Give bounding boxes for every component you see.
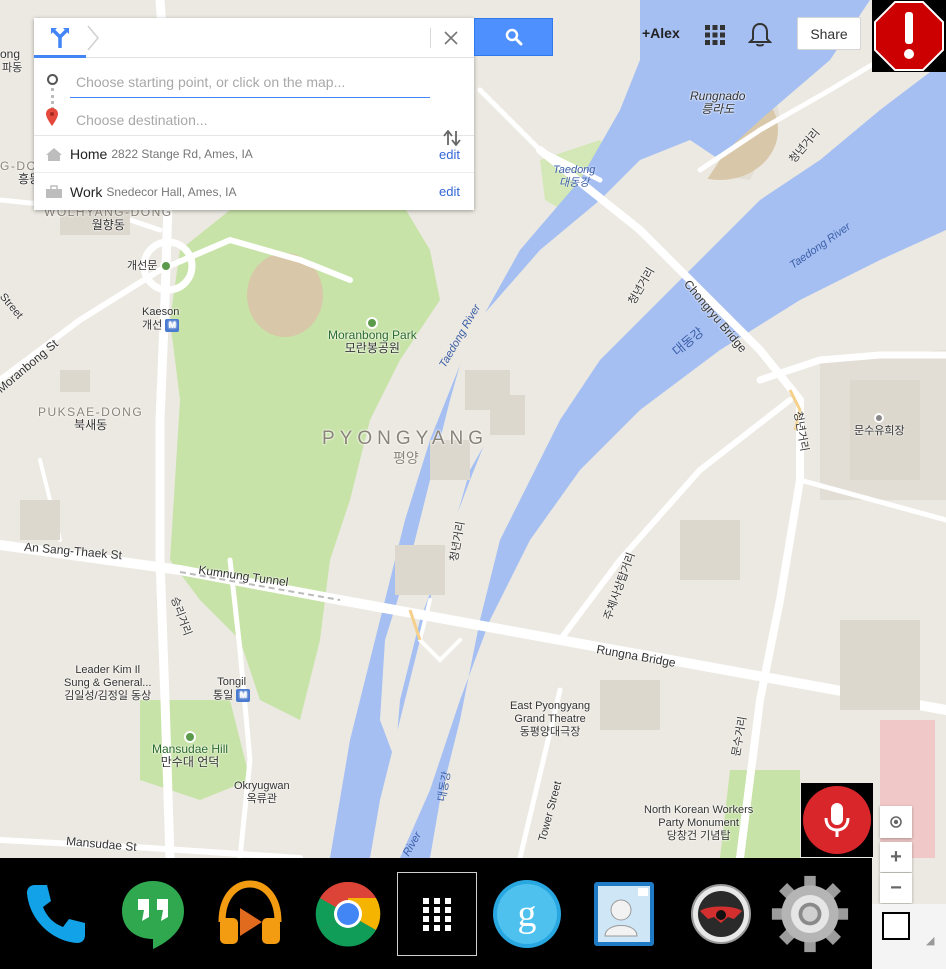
hangouts-app[interactable]	[113, 872, 193, 956]
chrome-app[interactable]	[308, 872, 388, 956]
error-stop-icon	[874, 1, 944, 71]
label-kaeson: Kaeson 개선 M	[142, 306, 180, 332]
work-icon	[46, 185, 62, 198]
google-icon: g	[493, 880, 561, 948]
edit-home-link[interactable]: edit	[439, 147, 460, 162]
close-icon	[444, 31, 458, 45]
saved-place-name: Work	[70, 183, 103, 200]
grid-icon	[423, 898, 451, 931]
saved-place-address: Snedecor Hall, Ames, IA	[106, 184, 237, 199]
location-target-icon	[890, 816, 902, 828]
home-icon	[46, 148, 62, 161]
steering-wheel-icon	[691, 884, 751, 944]
starting-point-input[interactable]	[70, 66, 430, 98]
notifications-bell-icon[interactable]	[748, 22, 772, 48]
destination-input[interactable]	[70, 108, 430, 132]
label-padong: 파동	[2, 62, 23, 74]
apps-grid-icon[interactable]	[704, 24, 726, 46]
svg-text:g: g	[518, 893, 537, 935]
label-pyongyang: PYONGYANG	[322, 428, 489, 449]
corner-indicator: ◢	[926, 935, 935, 947]
square-window-button[interactable]	[882, 912, 910, 940]
directions-panel: Home 2822 Stange Rd, Ames, IA edit Work …	[34, 18, 474, 210]
saved-place-home[interactable]: Home 2822 Stange Rd, Ames, IA edit	[34, 136, 474, 173]
voice-input-panel	[801, 783, 873, 857]
directions-header	[34, 18, 474, 58]
window-control-panel: ◢	[872, 904, 946, 969]
label-gaeseonmun: 개선문	[127, 260, 173, 273]
label-taedong: Taedong 대동강	[553, 164, 596, 189]
search-button[interactable]	[474, 18, 553, 56]
contacts-app[interactable]	[584, 872, 664, 956]
zoom-in-button[interactable]: +	[880, 842, 912, 872]
label-mansudae-hill: Mansudae Hill 만수대 언덕	[152, 730, 228, 769]
google-search-app[interactable]: g	[487, 872, 567, 956]
user-profile-link[interactable]: +Alex	[642, 25, 680, 41]
headphones-icon	[218, 880, 282, 944]
phone-icon	[27, 885, 85, 943]
microphone-icon	[824, 803, 850, 837]
contact-card-icon	[594, 882, 654, 946]
metro-icon[interactable]: M	[165, 319, 180, 332]
label-pyongyang-ko: 평양	[393, 450, 419, 466]
metro-icon[interactable]: M	[236, 689, 251, 702]
car-home-app[interactable]	[681, 872, 761, 956]
alert-badge[interactable]	[872, 0, 946, 72]
label-munsu-center: 문수유희장	[854, 412, 905, 438]
route-mode-tab[interactable]	[34, 18, 86, 58]
phone-app[interactable]	[16, 872, 96, 956]
divider	[430, 28, 431, 48]
park-poi-icon[interactable]	[160, 260, 173, 273]
label-rungnado: Rungnado 릉라도	[690, 89, 746, 116]
route-connector	[51, 88, 54, 110]
label-puksae: PUKSAE-DONG 북새동	[38, 405, 144, 432]
edit-work-link[interactable]: edit	[439, 184, 460, 199]
search-icon	[505, 28, 522, 46]
label-leader-kim: Leader Kim Il Sung & General... 김일성/김정일 동상	[64, 664, 152, 702]
start-point-icon	[47, 74, 58, 85]
route-inputs	[34, 58, 474, 146]
destination-pin-icon	[46, 108, 58, 126]
my-location-button[interactable]	[880, 806, 912, 838]
app-drawer-button[interactable]	[397, 872, 477, 956]
label-tongil: Tongil 통일 M	[213, 676, 251, 702]
chevron-right-icon	[87, 25, 99, 51]
saved-place-name: Home	[70, 146, 108, 162]
saved-place-work[interactable]: Work Snedecor Hall, Ames, IA edit	[34, 173, 474, 210]
label-moranbong-park: Moranbong Park 모란봉공원	[328, 316, 417, 355]
label-ong: ong	[0, 47, 21, 61]
label-nkw-party: North Korean Workers Party Monument 당창건 기념…	[644, 804, 754, 842]
directions-icon	[51, 27, 69, 48]
label-east-pyongyang: East Pyongyang Grand Theatre 동평양대극장	[510, 700, 591, 738]
close-directions-button[interactable]	[438, 25, 464, 51]
saved-place-address: 2822 Stange Rd, Ames, IA	[111, 147, 253, 161]
poi-icon[interactable]	[874, 413, 885, 424]
hangouts-icon	[122, 881, 184, 949]
play-music-app[interactable]	[210, 872, 290, 956]
voice-search-button[interactable]	[803, 786, 871, 854]
chrome-icon	[315, 881, 381, 947]
zoom-out-button[interactable]: −	[880, 873, 912, 903]
settings-app[interactable]	[770, 872, 850, 956]
gear-icon	[771, 875, 849, 953]
label-okryugwan: Okryugwan 옥류관	[234, 780, 290, 805]
app-dock: g	[0, 858, 872, 969]
share-button[interactable]: Share	[797, 17, 861, 50]
